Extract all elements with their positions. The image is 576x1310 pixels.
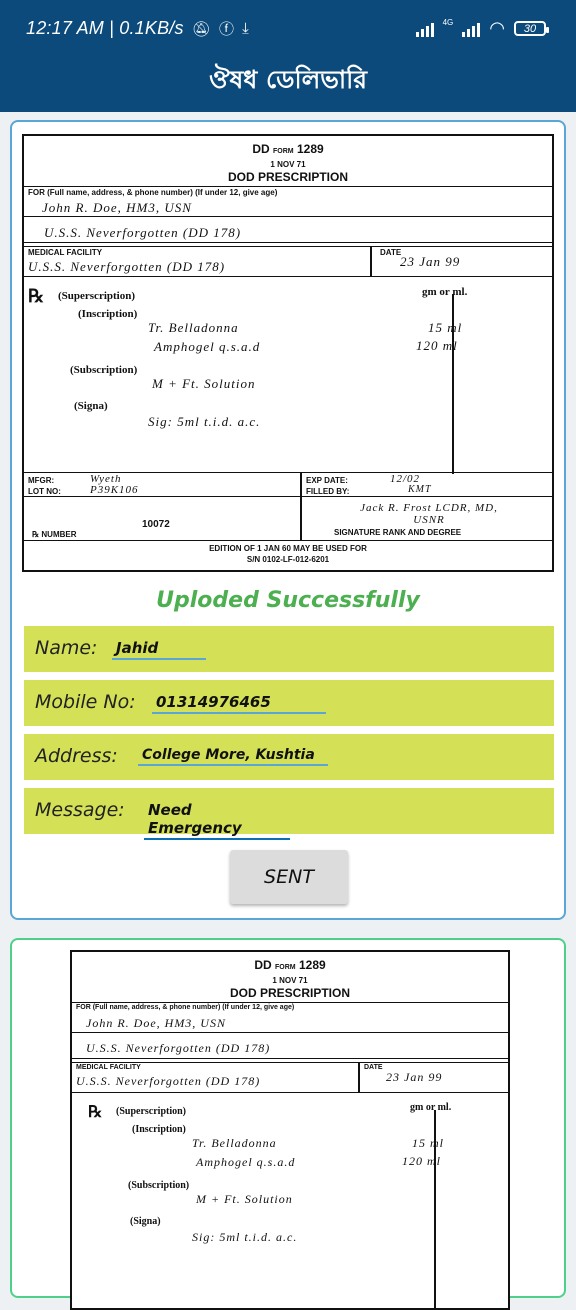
message-label: Message: — [35, 799, 125, 821]
upload-status: Uploded Successfully — [156, 588, 420, 613]
rx-lot: P39K106 — [90, 484, 139, 496]
battery-level: 30 — [523, 22, 537, 35]
rx-dose2: 120 ml — [416, 338, 458, 353]
rx-drug1: Tr. Belladonna — [148, 320, 239, 335]
rx-date-label: DATE — [380, 248, 402, 257]
name-row: Name: Jahid — [24, 626, 554, 672]
rx-form-dd: DD — [252, 142, 270, 156]
rx2-form-date: 1 NOV 71 — [272, 976, 308, 985]
mobile-row: Mobile No: 01314976465 — [24, 680, 554, 726]
rx-dose1: 15 ml — [428, 320, 463, 335]
rx2-dose1: 15 ml — [412, 1136, 444, 1150]
order-card-2: DD FORM 1289 1 NOV 71 DOD PRESCRIPTION F… — [10, 938, 566, 1310]
address-label: Address: — [35, 745, 118, 767]
sent-button[interactable]: SENT — [230, 850, 348, 904]
rx-form-word: FORM — [273, 148, 294, 155]
rx-signa-text: Sig: 5ml t.i.d. a.c. — [148, 414, 261, 429]
rx2-units: gm or ml. — [410, 1102, 452, 1113]
rx-sn: S/N 0102-LF-012-6201 — [246, 555, 330, 564]
rx-sub-text: M + Ft. Solution — [152, 376, 256, 391]
order-card: DD FORM 1289 1 NOV 71 DOD PRESCRIPTION F… — [10, 120, 566, 920]
app-bar: ঔষধ ডেলিভারি — [0, 60, 576, 112]
rx2-inscription: (Inscription) — [132, 1124, 186, 1135]
status-bar: 12:17 AM | 0.1KB/s 🔕︎ ⓕ ⤓ 4G ◠ 30 — [0, 0, 576, 60]
prescription-image-2[interactable]: DD FORM 1289 1 NOV 71 DOD PRESCRIPTION F… — [70, 950, 510, 1310]
rx2-date: 23 Jan 99 — [386, 1070, 443, 1084]
rx2-signa-text: Sig: 5ml t.i.d. a.c. — [192, 1230, 298, 1244]
signal-icon-2 — [462, 21, 481, 37]
message-input[interactable]: Need Emergency — [144, 801, 290, 840]
rx-filled: KMT — [408, 484, 432, 495]
rx2-drug1: Tr. Belladonna — [192, 1136, 277, 1150]
battery-icon: 30 — [514, 21, 549, 36]
rx-ship: U.S.S. Neverforgotten (DD 178) — [44, 225, 242, 240]
rx-facility-label: MEDICAL FACILITY — [28, 248, 103, 257]
rx2-form-no: 1289 — [298, 958, 326, 972]
rx2-symbol: ℞ — [88, 1104, 103, 1121]
rx2-subscription: (Subscription) — [128, 1180, 190, 1191]
rx-symbol: ℞ — [28, 286, 45, 306]
facebook-icon: ⓕ — [218, 21, 235, 38]
status-time: 12:17 AM | 0.1KB/s — [26, 18, 184, 38]
name-input[interactable]: Jahid — [112, 639, 206, 660]
rx-form-no: 1289 — [296, 142, 324, 156]
rx2-signa: (Signa) — [130, 1216, 161, 1227]
rx2-form-word: FORM — [275, 964, 296, 971]
download-done-icon: ⤓ — [242, 20, 249, 37]
rx-form-title: DOD PRESCRIPTION — [227, 170, 348, 184]
signal-icon — [415, 21, 434, 37]
rx-number-label: ℞ NUMBER — [32, 530, 77, 539]
rx-edition: EDITION OF 1 JAN 60 MAY BE USED FOR — [209, 544, 367, 553]
rx-superscription: (Superscription) — [58, 290, 135, 302]
rx-signa: (Signa) — [74, 400, 108, 412]
rx-patient: John R. Doe, HM3, USN — [42, 200, 192, 215]
rx-subscription: (Subscription) — [70, 364, 138, 376]
rx2-date-label: DATE — [364, 1064, 383, 1071]
address-row: Address: College More, Kushtia — [24, 734, 554, 780]
rx-sig-label: SIGNATURE RANK AND DEGREE — [334, 528, 462, 537]
mute-icon: 🔕︎ — [191, 20, 211, 38]
rx2-facility: U.S.S. Neverforgotten (DD 178) — [76, 1074, 261, 1088]
rx2-ship: U.S.S. Neverforgotten (DD 178) — [86, 1041, 271, 1055]
rx-form-date: 1 NOV 71 — [270, 160, 306, 169]
rx-for-label: FOR (Full name, address, & phone number)… — [28, 188, 278, 197]
rx2-form-title: DOD PRESCRIPTION — [229, 986, 350, 1000]
rx2-dose2: 120 ml — [402, 1154, 441, 1168]
rx-lot-label: LOT NO: — [28, 487, 61, 496]
mobile-input[interactable]: 01314976465 — [152, 693, 326, 714]
wifi-icon: ◠ — [489, 18, 505, 38]
rx-facility: U.S.S. Neverforgotten (DD 178) — [28, 259, 226, 274]
rx2-sub-text: M + Ft. Solution — [196, 1192, 293, 1206]
rx-drug2: Amphogel q.s.a.d — [154, 339, 261, 354]
mobile-label: Mobile No: — [35, 691, 136, 713]
rx-exp-label: EXP DATE: — [306, 476, 348, 485]
rx-date: 23 Jan 99 — [400, 254, 461, 269]
status-right: 4G ◠ 30 — [415, 18, 549, 39]
address-input[interactable]: College More, Kushtia — [138, 747, 328, 766]
name-label: Name: — [35, 637, 98, 659]
rx2-superscription: (Superscription) — [116, 1106, 186, 1117]
status-left: 12:17 AM | 0.1KB/s 🔕︎ ⓕ ⤓ — [26, 18, 249, 39]
network-type: 4G — [442, 18, 454, 27]
rx-number: 10072 — [142, 519, 170, 530]
rx2-facility-label: MEDICAL FACILITY — [76, 1064, 141, 1071]
rx2-drug2: Amphogel q.s.a.d — [196, 1155, 296, 1169]
rx2-patient: John R. Doe, HM3, USN — [86, 1016, 226, 1030]
rx-filled-label: FILLED BY: — [306, 487, 350, 496]
rx-inscription: (Inscription) — [78, 308, 138, 320]
rx-signature: Jack R. Frost LCDR, MD, USNR — [360, 502, 498, 526]
prescription-image[interactable]: DD FORM 1289 1 NOV 71 DOD PRESCRIPTION F… — [22, 134, 554, 572]
message-row: Message: Need Emergency — [24, 788, 554, 840]
rx2-for-label: FOR (Full name, address, & phone number)… — [76, 1004, 295, 1011]
rx-units: gm or ml. — [422, 286, 468, 298]
rx2-form-dd: DD — [254, 958, 272, 972]
app-title: ঔষধ ডেলিভারি — [208, 65, 368, 94]
rx-mfgr-label: MFGR: — [28, 476, 55, 485]
